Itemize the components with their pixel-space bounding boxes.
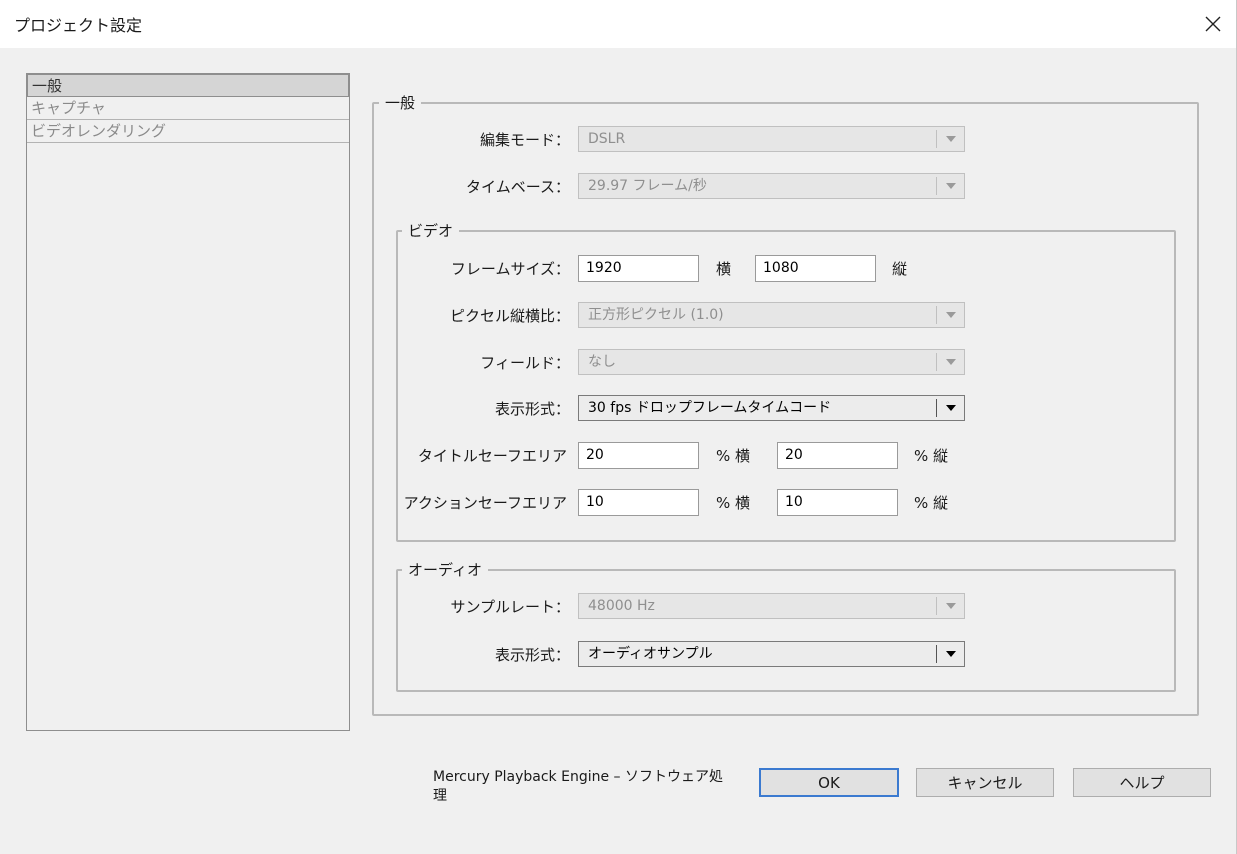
chevron-down-icon (945, 136, 956, 142)
title-safe-h-input[interactable]: 20 (578, 442, 699, 469)
close-icon (1205, 16, 1221, 32)
fields-select[interactable]: なし (578, 349, 965, 375)
dropdown-arrow (936, 645, 964, 663)
timebase-label: タイムベース： (466, 178, 570, 196)
timebase-select[interactable]: 29.97 フレーム/秒 (578, 173, 965, 199)
dropdown-arrow (936, 597, 964, 615)
audio-display-format-value: オーディオサンプル (588, 646, 713, 662)
edit-mode-value: DSLR (588, 131, 626, 147)
chevron-down-icon (945, 603, 956, 609)
frame-size-label: フレームサイズ： (450, 260, 570, 278)
video-display-format-label: 表示形式： (494, 400, 570, 418)
audio-group-legend: オーディオ (402, 561, 488, 579)
sidebar-item-capture[interactable]: キャプチャ (27, 97, 349, 120)
title-bar: プロジェクト設定 (0, 0, 1237, 48)
pixel-aspect-value: 正方形ピクセル (1.0) (588, 307, 724, 323)
chevron-down-icon (945, 651, 956, 657)
frame-height-unit: 縦 (892, 260, 908, 278)
action-safe-label: アクションセーフエリア (403, 494, 567, 512)
audio-display-format-label: 表示形式： (494, 646, 570, 664)
frame-width-input[interactable]: 1920 (578, 255, 699, 282)
chevron-down-icon (945, 183, 956, 189)
dropdown-arrow (936, 306, 964, 324)
action-safe-v-input[interactable]: 10 (777, 489, 898, 516)
fields-label: フィールド： (480, 354, 570, 372)
title-safe-v-input[interactable]: 20 (777, 442, 898, 469)
renderer-status-text: Mercury Playback Engine – ソフトウェア処理 (433, 769, 724, 804)
action-safe-h-unit: % 横 (716, 494, 751, 512)
ok-button[interactable]: OK (759, 768, 899, 797)
action-safe-h-input[interactable]: 10 (578, 489, 699, 516)
dropdown-arrow (936, 399, 964, 417)
title-safe-label: タイトルセーフエリア (417, 447, 567, 465)
frame-width-unit: 横 (716, 260, 732, 278)
dropdown-arrow (936, 353, 964, 371)
timebase-value: 29.97 フレーム/秒 (588, 178, 707, 194)
window-title: プロジェクト設定 (14, 16, 143, 35)
edit-mode-label: 編集モード： (479, 131, 570, 149)
pixel-aspect-label: ピクセル縦横比： (449, 307, 570, 325)
chevron-down-icon (945, 405, 956, 411)
general-group-legend: 一般 (379, 94, 422, 112)
title-safe-v-unit: % 縦 (914, 447, 949, 465)
video-display-format-select[interactable]: 30 fps ドロップフレームタイムコード (578, 395, 965, 421)
close-button[interactable] (1197, 8, 1229, 40)
fields-value: なし (588, 354, 616, 370)
sample-rate-value: 48000 Hz (588, 598, 655, 614)
chevron-down-icon (945, 359, 956, 365)
pixel-aspect-select[interactable]: 正方形ピクセル (1.0) (578, 302, 965, 328)
sidebar-item-general[interactable]: 一般 (27, 74, 349, 97)
help-button[interactable]: ヘルプ (1073, 768, 1211, 797)
video-display-format-value: 30 fps ドロップフレームタイムコード (588, 400, 832, 416)
dropdown-arrow (936, 130, 964, 148)
chevron-down-icon (945, 312, 956, 318)
audio-display-format-select[interactable]: オーディオサンプル (578, 641, 965, 667)
dropdown-arrow (936, 177, 964, 195)
action-safe-v-unit: % 縦 (914, 494, 949, 512)
frame-height-input[interactable]: 1080 (755, 255, 876, 282)
sample-rate-label: サンプルレート： (450, 598, 570, 616)
cancel-button[interactable]: キャンセル (916, 768, 1054, 797)
audio-group (396, 569, 1176, 692)
video-group-legend: ビデオ (402, 222, 460, 240)
category-list: 一般 キャプチャ ビデオレンダリング (26, 73, 350, 731)
sample-rate-select[interactable]: 48000 Hz (578, 593, 965, 619)
title-safe-h-unit: % 横 (716, 447, 751, 465)
sidebar-item-video-rendering[interactable]: ビデオレンダリング (27, 120, 349, 143)
edit-mode-select[interactable]: DSLR (578, 126, 965, 152)
